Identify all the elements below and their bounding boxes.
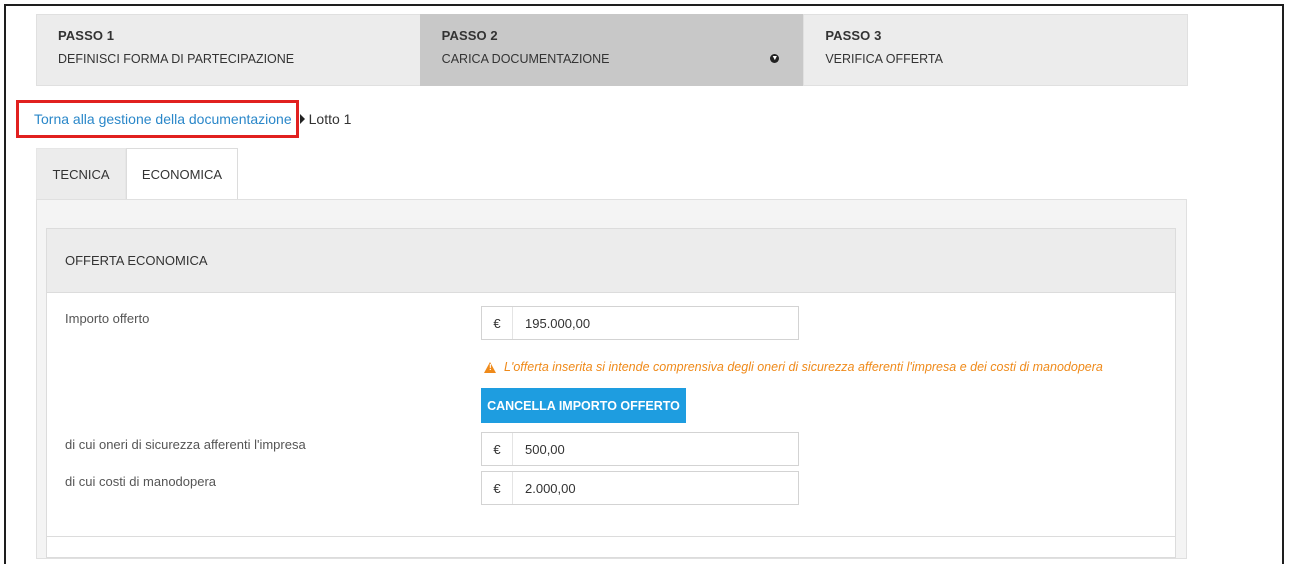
tab-tecnica[interactable]: TECNICA <box>36 148 126 200</box>
breadcrumb-current: Lotto 1 <box>308 111 352 127</box>
back-to-documentation-link[interactable]: Torna alla gestione della documentazione <box>34 111 292 127</box>
breadcrumb-separator-icon <box>299 114 305 124</box>
chevron-down-icon: ▼ <box>770 54 780 63</box>
card-divider <box>47 536 1175 537</box>
importo-value: 195.000,00 <box>525 315 591 331</box>
offer-card: OFFERTA ECONOMICA Importo offerto € 195.… <box>46 228 1176 558</box>
breadcrumb: Torna alla gestione della documentazione… <box>16 97 351 141</box>
step-1-title: DEFINISCI FORMA DI PARTECIPAZIONE <box>58 52 295 66</box>
step-1[interactable]: PASSO 1 DEFINISCI FORMA DI PARTECIPAZION… <box>36 14 420 86</box>
importo-label: Importo offerto <box>65 311 150 326</box>
oneri-label: di cui oneri di sicurezza afferenti l'im… <box>65 437 306 452</box>
oneri-input[interactable]: € 500,00 <box>481 432 799 466</box>
step-3-title: VERIFICA OFFERTA <box>825 52 943 66</box>
step-3-number: PASSO 3 <box>825 28 882 43</box>
costi-label: di cui costi di manodopera <box>65 474 217 489</box>
step-2[interactable]: PASSO 2 CARICA DOCUMENTAZIONE ▼ <box>419 14 804 86</box>
section-title: OFFERTA ECONOMICA <box>47 229 1175 293</box>
euro-icon: € <box>482 472 513 504</box>
euro-icon: € <box>482 433 513 465</box>
step-2-title: CARICA DOCUMENTAZIONE <box>441 52 610 66</box>
step-3[interactable]: PASSO 3 VERIFICA OFFERTA <box>803 14 1189 86</box>
oneri-value: 500,00 <box>525 441 565 457</box>
importo-input[interactable]: € 195.000,00 <box>481 306 799 340</box>
step-2-number: PASSO 2 <box>441 28 498 43</box>
warning-text: L'offerta inserita si intende comprensiv… <box>504 360 1103 374</box>
warning-icon: ! <box>484 361 496 373</box>
breadcrumb-highlight: Torna alla gestione della documentazione <box>16 100 299 138</box>
cancel-offer-button[interactable]: CANCELLA IMPORTO OFFERTO <box>481 388 686 423</box>
costi-value: 2.000,00 <box>525 480 576 496</box>
wizard-steps: PASSO 1 DEFINISCI FORMA DI PARTECIPAZION… <box>36 14 1189 86</box>
euro-icon: € <box>482 307 513 339</box>
step-1-number: PASSO 1 <box>58 28 115 43</box>
tab-bar: TECNICA ECONOMICA <box>36 148 238 200</box>
warning-message: ! L'offerta inserita si intende comprens… <box>484 360 1103 374</box>
costi-input[interactable]: € 2.000,00 <box>481 471 799 505</box>
tab-economica[interactable]: ECONOMICA <box>126 148 238 200</box>
